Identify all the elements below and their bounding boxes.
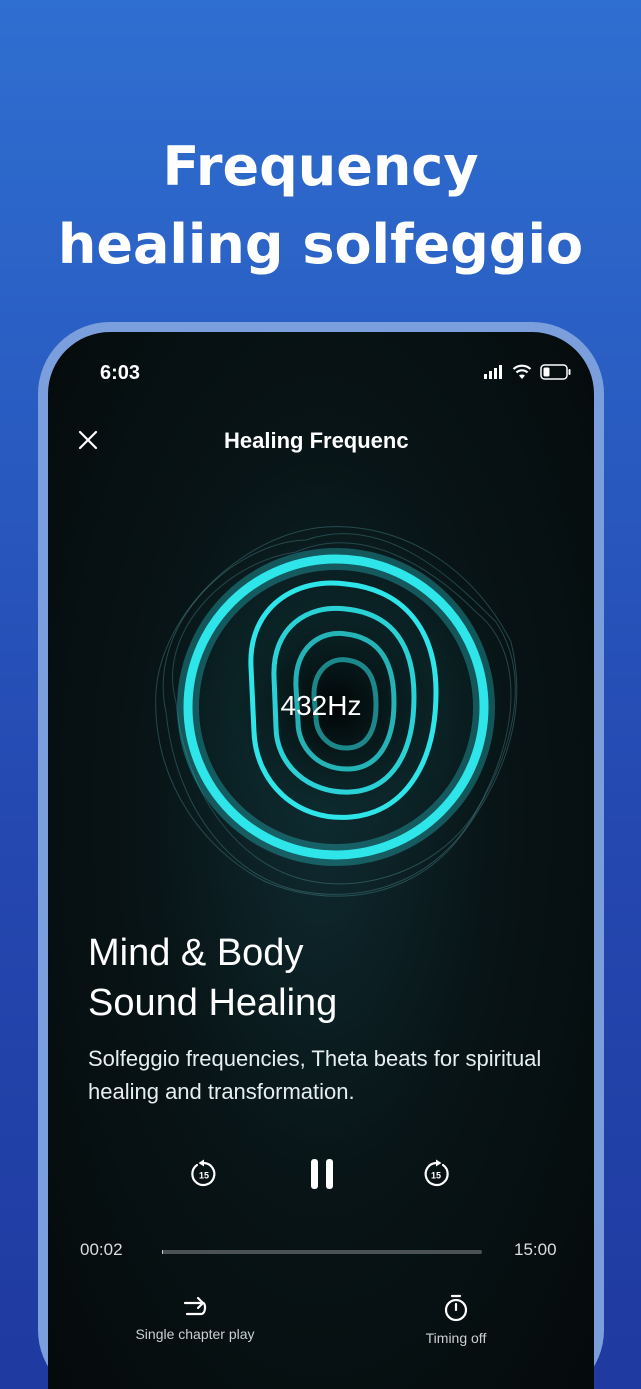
track-description: Solfeggio frequencies, Theta beats for s… bbox=[88, 1046, 542, 1104]
player-screen: 6:03 Healing Frequenc 432Hz Mind & Body … bbox=[48, 332, 594, 1389]
timer-button[interactable]: Timing off bbox=[406, 1294, 506, 1346]
rewind-15-label: 15 bbox=[199, 1171, 209, 1181]
total-time: 15:00 bbox=[514, 1240, 557, 1259]
wifi-icon bbox=[512, 364, 532, 379]
page-title: Healing Frequenc bbox=[224, 428, 409, 453]
repeat-icon bbox=[183, 1296, 207, 1316]
track-title: Mind & Body Sound Healing bbox=[88, 928, 337, 1028]
status-time: 6:03 bbox=[100, 362, 141, 384]
promo-title: Frequency healing solfeggio bbox=[0, 128, 641, 284]
track-title-line1: Mind & Body bbox=[88, 932, 304, 974]
close-button[interactable] bbox=[68, 420, 108, 460]
phone-frame: 6:03 Healing Frequenc 432Hz Mind & Body … bbox=[38, 322, 604, 1389]
current-time: 00:02 bbox=[80, 1240, 123, 1259]
close-icon bbox=[78, 430, 98, 450]
status-icons bbox=[484, 364, 572, 380]
frequency-label: 432Hz bbox=[280, 690, 362, 721]
progress-fill bbox=[162, 1250, 163, 1254]
stopwatch-icon bbox=[444, 1294, 468, 1322]
timer-label: Timing off bbox=[425, 1330, 487, 1346]
rewind-15-icon: 15 bbox=[191, 1159, 216, 1187]
rewind-15-button[interactable]: 15 bbox=[184, 1154, 224, 1194]
progress-bar[interactable] bbox=[162, 1250, 482, 1254]
forward-15-icon: 15 bbox=[424, 1159, 449, 1187]
promo-title-line2: healing solfeggio bbox=[57, 213, 584, 276]
forward-15-button[interactable]: 15 bbox=[416, 1154, 456, 1194]
forward-15-label: 15 bbox=[431, 1171, 441, 1181]
pause-icon bbox=[311, 1159, 333, 1189]
single-chapter-play-button[interactable]: Single chapter play bbox=[130, 1294, 260, 1342]
signal-icon bbox=[484, 365, 502, 379]
battery-icon bbox=[540, 364, 571, 380]
single-chapter-play-label: Single chapter play bbox=[135, 1326, 255, 1342]
promo-title-line1: Frequency bbox=[162, 135, 479, 198]
pause-button[interactable] bbox=[300, 1150, 344, 1198]
track-title-line2: Sound Healing bbox=[88, 982, 338, 1024]
